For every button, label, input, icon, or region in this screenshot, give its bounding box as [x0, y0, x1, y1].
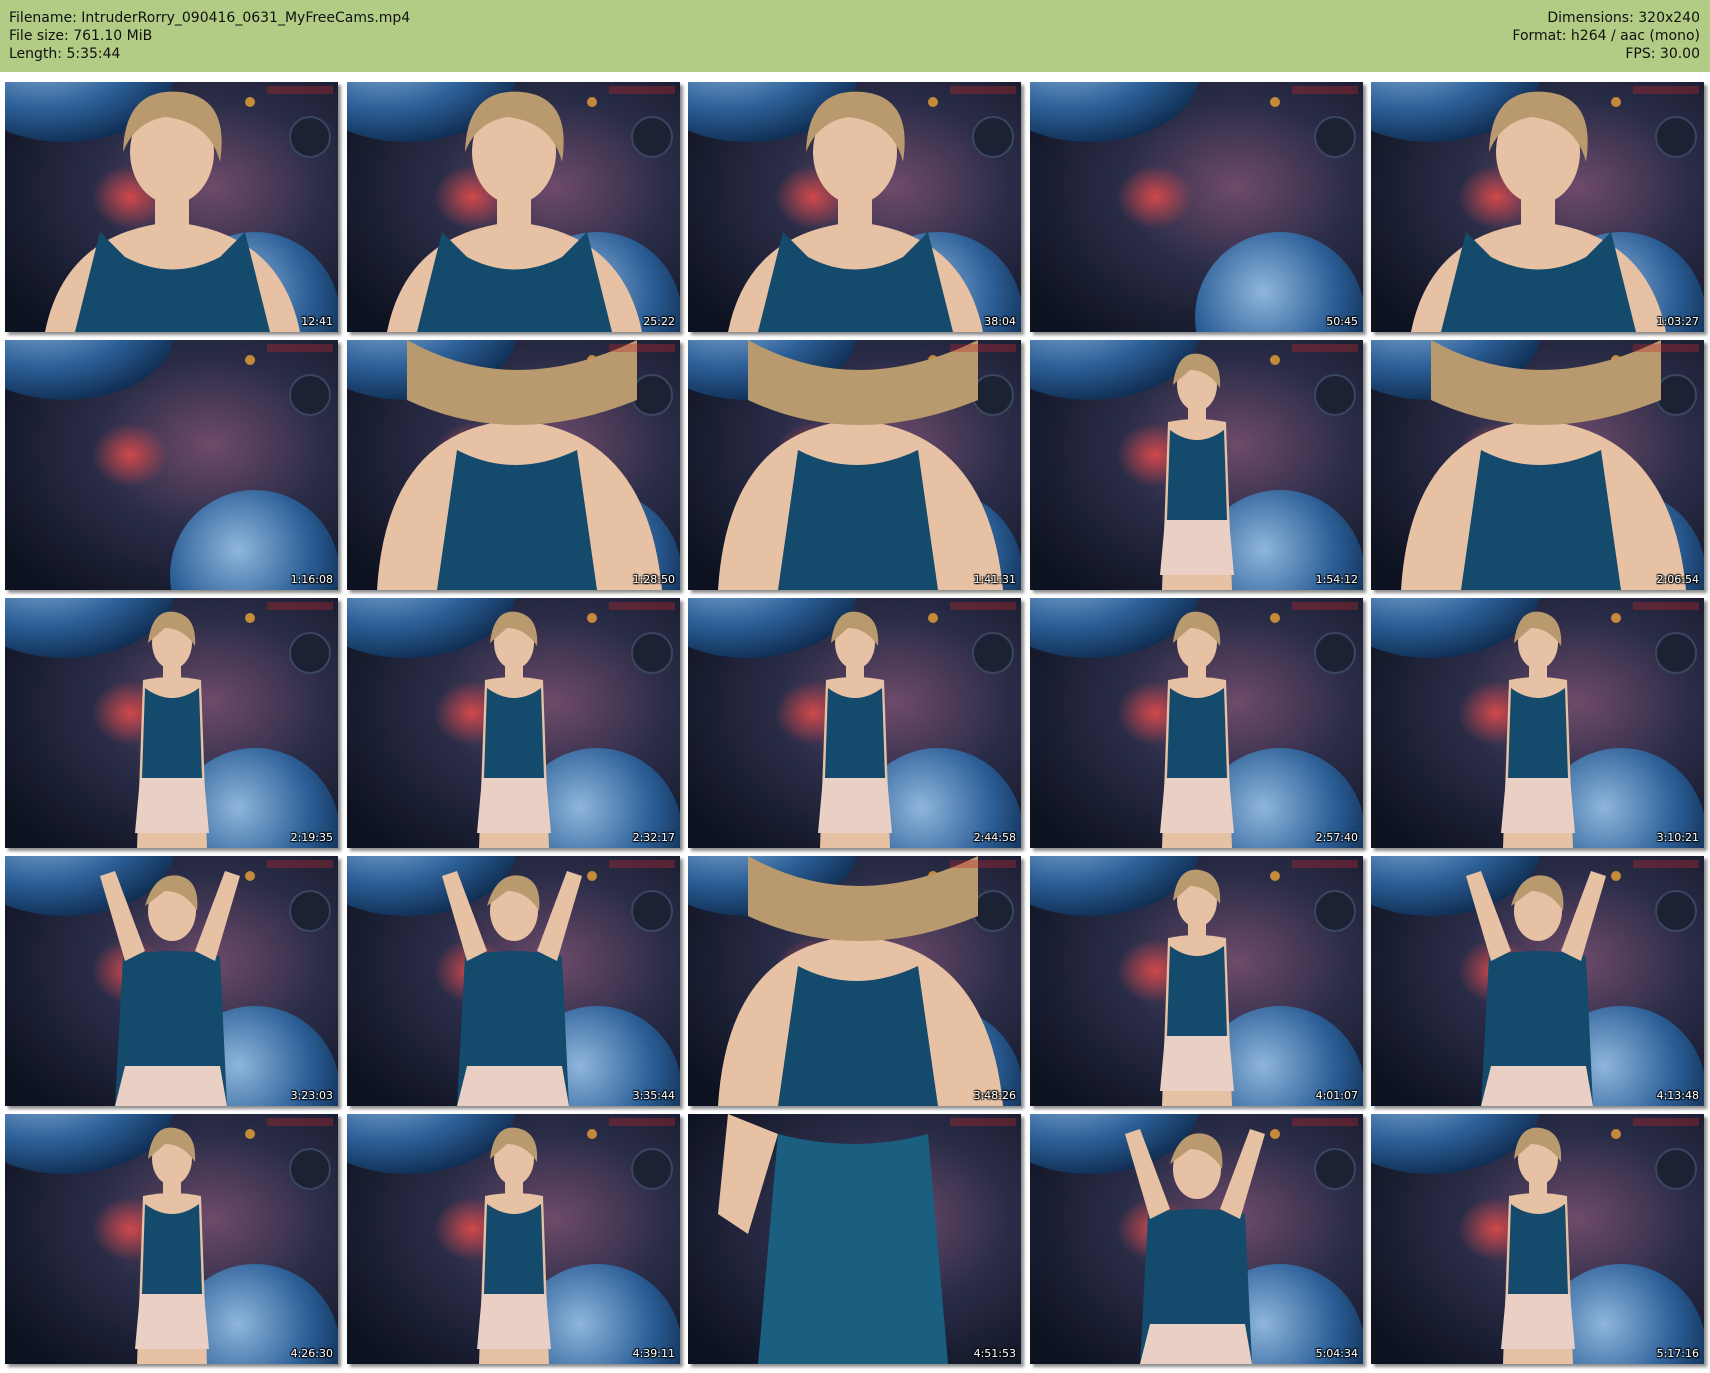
thumbnail-image	[5, 340, 338, 590]
thumbnail-timestamp: 4:39:11	[632, 1347, 675, 1360]
thumbnail: 4:13:48	[1371, 856, 1704, 1106]
thumbnail-timestamp: 5:17:16	[1656, 1347, 1699, 1360]
thumbnail-image	[1371, 856, 1704, 1106]
thumbnail-timestamp: 3:23:03	[290, 1089, 333, 1102]
thumbnail-timestamp: 4:01:07	[1315, 1089, 1358, 1102]
thumbnail-timestamp: 1:41:31	[973, 573, 1016, 586]
thumbnail-timestamp: 2:57:40	[1315, 831, 1358, 844]
thumbnail-image	[1030, 1114, 1363, 1364]
thumbnail-image	[1371, 82, 1704, 332]
thumbnail: 1:28:50	[347, 340, 680, 590]
thumbnail: 12:41	[5, 82, 338, 332]
thumbnail: 4:26:30	[5, 1114, 338, 1364]
thumbnail-timestamp: 3:48:26	[973, 1089, 1016, 1102]
thumbnail-image	[347, 82, 680, 332]
thumbnail-image	[688, 1114, 1021, 1364]
thumbnail-image	[1030, 598, 1363, 848]
thumbnail: 4:01:07	[1030, 856, 1363, 1106]
thumbnail-timestamp: 2:06:54	[1656, 573, 1699, 586]
thumbnail: 5:04:34	[1030, 1114, 1363, 1364]
thumbnail: 5:17:16	[1371, 1114, 1704, 1364]
thumbnail: 1:03:27	[1371, 82, 1704, 332]
thumbnail-timestamp: 50:45	[1326, 315, 1358, 328]
thumbnail-image	[1371, 340, 1704, 590]
format-label: Format: h264 / aac (mono)	[1512, 28, 1700, 44]
thumbnail-grid: 12:41 25:22 38:04 50:45 1:03:27 1:16:08 1:28:5…	[5, 82, 1705, 1368]
thumbnail-image	[1371, 1114, 1704, 1364]
thumbnail-image	[1030, 340, 1363, 590]
thumbnail: 4:51:53	[688, 1114, 1021, 1364]
thumbnail: 2:06:54	[1371, 340, 1704, 590]
filesize-label: File size: 761.10 MiB	[9, 28, 153, 44]
thumbnail-image	[5, 82, 338, 332]
thumbnail-timestamp: 25:22	[643, 315, 675, 328]
thumbnail-timestamp: 2:19:35	[290, 831, 333, 844]
thumbnail: 3:10:21	[1371, 598, 1704, 848]
thumbnail-image	[1371, 598, 1704, 848]
thumbnail: 1:16:08	[5, 340, 338, 590]
dimensions-label: Dimensions: 320x240	[1547, 10, 1700, 26]
thumbnail: 2:57:40	[1030, 598, 1363, 848]
thumbnail: 1:54:12	[1030, 340, 1363, 590]
thumbnail-image	[688, 856, 1021, 1106]
thumbnail: 2:32:17	[347, 598, 680, 848]
thumbnail-timestamp: 3:35:44	[632, 1089, 675, 1102]
thumbnail: 25:22	[347, 82, 680, 332]
info-header: Filename: IntruderRorry_090416_0631_MyFr…	[0, 0, 1710, 72]
thumbnail: 3:35:44	[347, 856, 680, 1106]
thumbnail-timestamp: 2:44:58	[973, 831, 1016, 844]
thumbnail-timestamp: 4:51:53	[973, 1347, 1016, 1360]
thumbnail-timestamp: 4:26:30	[290, 1347, 333, 1360]
thumbnail-image	[688, 598, 1021, 848]
thumbnail-timestamp: 1:28:50	[632, 573, 675, 586]
thumbnail-timestamp: 3:10:21	[1656, 831, 1699, 844]
length-label: Length: 5:35:44	[9, 46, 121, 62]
thumbnail-timestamp: 4:13:48	[1656, 1089, 1699, 1102]
thumbnail-image	[5, 856, 338, 1106]
thumbnail-image	[1030, 82, 1363, 332]
filename-label: Filename: IntruderRorry_090416_0631_MyFr…	[9, 10, 411, 26]
thumbnail-timestamp: 2:32:17	[632, 831, 675, 844]
thumbnail-image	[347, 1114, 680, 1364]
thumbnail-image	[347, 340, 680, 590]
thumbnail: 50:45	[1030, 82, 1363, 332]
thumbnail: 38:04	[688, 82, 1021, 332]
thumbnail-timestamp: 38:04	[984, 315, 1016, 328]
thumbnail-timestamp: 5:04:34	[1315, 1347, 1358, 1360]
thumbnail: 2:44:58	[688, 598, 1021, 848]
thumbnail-timestamp: 1:16:08	[290, 573, 333, 586]
thumbnail-image	[688, 340, 1021, 590]
thumbnail-image	[1030, 856, 1363, 1106]
thumbnail: 1:41:31	[688, 340, 1021, 590]
stream-info: Dimensions: 320x240 Format: h264 / aac (…	[1512, 9, 1700, 63]
thumbnail-image	[5, 1114, 338, 1364]
thumbnail: 3:23:03	[5, 856, 338, 1106]
thumbnail-image	[347, 598, 680, 848]
fps-label: FPS: 30.00	[1625, 46, 1700, 62]
thumbnail-timestamp: 1:54:12	[1315, 573, 1358, 586]
thumbnail-image	[688, 82, 1021, 332]
thumbnail: 3:48:26	[688, 856, 1021, 1106]
thumbnail-timestamp: 1:03:27	[1656, 315, 1699, 328]
thumbnail: 2:19:35	[5, 598, 338, 848]
thumbnail-image	[5, 598, 338, 848]
thumbnail-timestamp: 12:41	[301, 315, 333, 328]
thumbnail: 4:39:11	[347, 1114, 680, 1364]
file-info: Filename: IntruderRorry_090416_0631_MyFr…	[9, 9, 410, 63]
thumbnail-image	[347, 856, 680, 1106]
